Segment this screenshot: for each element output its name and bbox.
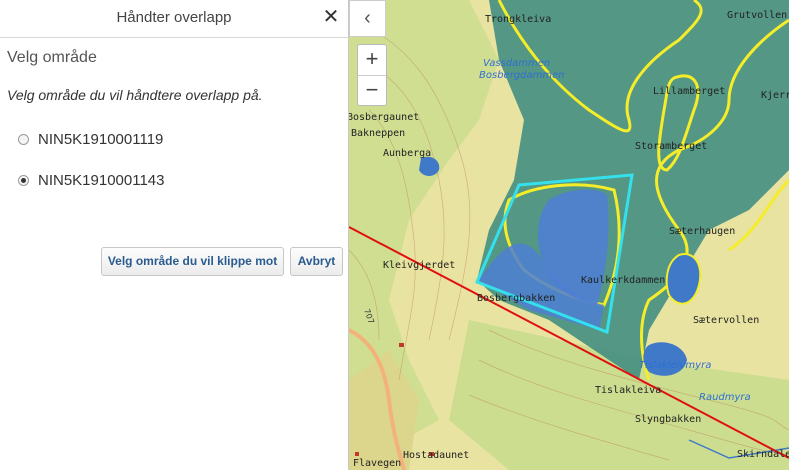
map-label: Sæterhaugen [669, 226, 735, 237]
panel-header: Håndter overlapp ✕ [0, 0, 348, 38]
panel-title: Håndter overlapp [116, 9, 232, 26]
map-label: Sætervollen [693, 315, 759, 326]
map-label-water: Bosbergdammen [479, 70, 565, 81]
map-label: Skirndalen [737, 449, 789, 460]
map-label: Kleivgjerdet [383, 260, 455, 271]
map-label: Bosbergbakken [477, 293, 555, 304]
area-option-2[interactable]: NIN5K1910001143 [18, 172, 165, 189]
map-label: Flavegen [353, 458, 401, 469]
map-label-water: Raudmyra [699, 392, 751, 403]
map-label: Bosbergaunet [349, 112, 419, 123]
map-label: Kjerri [761, 90, 789, 101]
cancel-button[interactable]: Avbryt [290, 247, 343, 276]
map-label: Slyngbakken [635, 414, 701, 425]
area-option-label: NIN5K1910001143 [38, 172, 165, 189]
collapse-panel-button[interactable]: ‹ [349, 0, 386, 37]
map-label: Lillamberget [653, 86, 725, 97]
map-label-water: Vassdammen [483, 58, 550, 69]
map-canvas[interactable]: Trongkleiva Grutvollen Lillamberget Kjer… [349, 0, 789, 470]
section-title: Velg område [7, 49, 97, 66]
zoom-out-button[interactable]: − [358, 75, 386, 106]
clip-area-button[interactable]: Velg område du vil klippe mot [101, 247, 284, 276]
map-label: Storamberget [635, 141, 707, 152]
map-label-water: Tislakleivmyra [639, 360, 711, 371]
zoom-in-button[interactable]: + [358, 45, 386, 75]
area-option-1[interactable]: NIN5K1910001119 [18, 131, 163, 148]
radio-button[interactable] [18, 134, 29, 145]
radio-button-selected[interactable] [18, 175, 29, 186]
map-label: Kaulkerkdammen [581, 275, 665, 286]
close-button[interactable]: ✕ [320, 6, 342, 28]
map-label: Aunberga [383, 148, 431, 159]
map-label: Hostadaunet [403, 450, 469, 461]
map-label: Grutvollen [727, 10, 787, 21]
overlap-panel: Håndter overlapp ✕ Velg område Velg områ… [0, 0, 349, 470]
map-label: Trongkleiva [485, 14, 551, 25]
zoom-control: + − [357, 44, 387, 106]
map-view[interactable]: Trongkleiva Grutvollen Lillamberget Kjer… [349, 0, 789, 470]
map-label: Tislakleiva [595, 385, 661, 396]
area-option-label: NIN5K1910001119 [38, 131, 164, 148]
map-label: Bakneppen [351, 128, 405, 139]
instruction-text: Velg område du vil håndtere overlapp på. [7, 87, 263, 103]
